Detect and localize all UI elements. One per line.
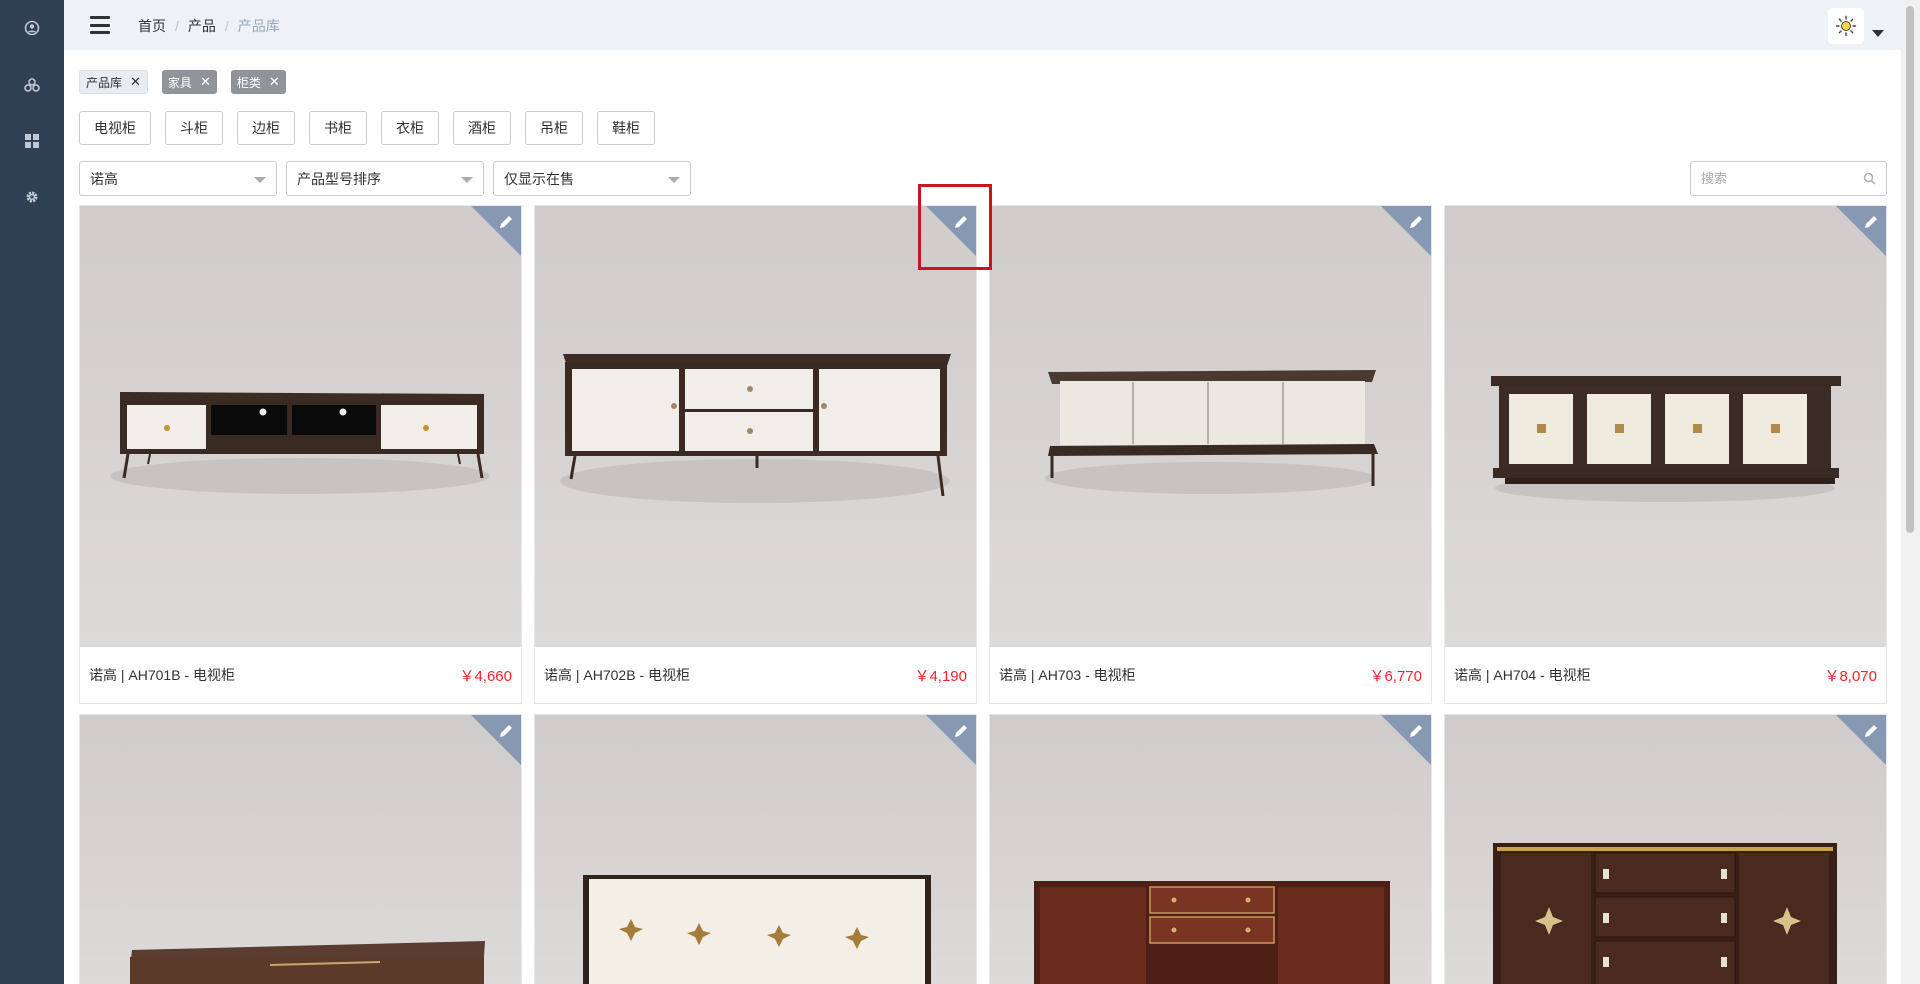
category-button-side-cabinet[interactable]: 边柜	[237, 111, 295, 145]
tag-furniture: 家具 ✕	[161, 70, 217, 94]
user-circle-icon[interactable]	[19, 15, 45, 41]
scrollbar-thumb[interactable]	[1906, 6, 1914, 533]
tag-label: 产品库	[86, 75, 123, 90]
product-info: 诺高 | AH702B - 电视柜 ￥4,190	[535, 647, 976, 703]
product-name[interactable]: 诺高 | AH703 - 电视柜	[999, 665, 1136, 685]
sun-icon	[1835, 15, 1857, 37]
gear-icon[interactable]	[19, 184, 45, 210]
product-info: 诺高 | AH701B - 电视柜 ￥4,660	[80, 647, 521, 703]
sort-select-value: 产品型号排序	[297, 170, 381, 187]
breadcrumb: 首页 / 产品 / 产品库	[138, 16, 280, 36]
vertical-scrollbar[interactable]	[1901, 0, 1920, 984]
breadcrumb-home[interactable]: 首页	[138, 16, 166, 36]
product-image[interactable]	[535, 715, 976, 984]
product-image[interactable]	[80, 206, 521, 647]
product-card[interactable]: 诺高 | AH702B - 电视柜 ￥4,190	[534, 205, 977, 704]
category-button-shoe-cabinet[interactable]: 鞋柜	[597, 111, 655, 145]
category-button-wardrobe[interactable]: 衣柜	[381, 111, 439, 145]
grid-icon[interactable]	[19, 128, 45, 154]
tag-product-library: 产品库 ✕	[79, 70, 148, 94]
category-button-tv-cabinet[interactable]: 电视柜	[79, 111, 151, 145]
product-image[interactable]	[1445, 206, 1886, 647]
tag-close-icon[interactable]: ✕	[200, 74, 211, 90]
product-image[interactable]	[1445, 715, 1886, 984]
product-card[interactable]: 诺高 | AH701B - 电视柜 ￥4,660	[79, 205, 522, 704]
product-image[interactable]	[80, 715, 521, 984]
product-name[interactable]: 诺高 | AH701B - 电视柜	[89, 665, 235, 685]
pencil-icon[interactable]	[1407, 722, 1425, 740]
pencil-icon[interactable]	[952, 722, 970, 740]
product-card[interactable]: 诺高 | AH704 - 电视柜 ￥8,070	[1444, 205, 1887, 704]
product-price: ￥4,190	[914, 667, 967, 685]
category-buttons: 电视柜 斗柜 边柜 书柜 衣柜 酒柜 吊柜 鞋柜	[79, 111, 655, 145]
active-filter-tags: 产品库 ✕ 家具 ✕ 柜类 ✕	[79, 70, 286, 94]
search-input[interactable]	[1691, 162, 1851, 195]
tag-label: 家具	[167, 75, 192, 90]
product-card[interactable]	[1444, 714, 1887, 984]
product-image[interactable]	[990, 206, 1431, 647]
category-button-chest[interactable]: 斗柜	[165, 111, 223, 145]
product-price: ￥4,660	[459, 667, 512, 685]
chevron-down-icon	[254, 177, 266, 183]
category-button-bookcase[interactable]: 书柜	[309, 111, 367, 145]
user-menu-caret-icon[interactable]	[1872, 30, 1884, 37]
breadcrumb-separator: /	[175, 18, 179, 34]
chevron-down-icon	[668, 177, 680, 183]
pencil-icon[interactable]	[952, 213, 970, 231]
breadcrumb-current: 产品库	[237, 18, 280, 34]
product-price: ￥8,070	[1824, 667, 1877, 685]
top-navbar: 首页 / 产品 / 产品库	[64, 0, 1901, 50]
search-box	[1690, 161, 1887, 196]
sort-select[interactable]: 产品型号排序	[286, 161, 484, 196]
status-select-value: 仅显示在售	[504, 170, 574, 187]
theme-toggle-button[interactable]	[1828, 8, 1864, 44]
breadcrumb-separator: /	[224, 18, 229, 34]
pencil-icon[interactable]	[1862, 213, 1880, 231]
cubes-icon[interactable]	[19, 72, 45, 98]
breadcrumb-product[interactable]: 产品	[188, 16, 216, 36]
product-name[interactable]: 诺高 | AH704 - 电视柜	[1454, 665, 1591, 685]
tag-label: 柜类	[236, 75, 261, 90]
product-card[interactable]	[534, 714, 977, 984]
product-image[interactable]	[535, 206, 976, 647]
product-info: 诺高 | AH704 - 电视柜 ￥8,070	[1445, 647, 1886, 703]
tag-close-icon[interactable]: ✕	[130, 74, 141, 90]
category-button-wall-cabinet[interactable]: 吊柜	[525, 111, 583, 145]
product-card[interactable]	[989, 714, 1432, 984]
sidebar	[0, 0, 64, 984]
pencil-icon[interactable]	[497, 722, 515, 740]
pencil-icon[interactable]	[1407, 213, 1425, 231]
pencil-icon[interactable]	[1862, 722, 1880, 740]
search-icon[interactable]	[1863, 172, 1876, 185]
tag-close-icon[interactable]: ✕	[269, 74, 280, 90]
product-name[interactable]: 诺高 | AH702B - 电视柜	[544, 665, 690, 685]
tag-cabinets: 柜类 ✕	[230, 70, 286, 94]
product-card[interactable]	[79, 714, 522, 984]
brand-select[interactable]: 诺高	[79, 161, 277, 196]
chevron-down-icon	[461, 177, 473, 183]
product-image[interactable]	[990, 715, 1431, 984]
menu-toggle-icon[interactable]	[90, 16, 110, 34]
status-select[interactable]: 仅显示在售	[493, 161, 691, 196]
product-info: 诺高 | AH703 - 电视柜 ￥6,770	[990, 647, 1431, 703]
brand-select-value: 诺高	[90, 170, 118, 187]
category-button-wine-cabinet[interactable]: 酒柜	[453, 111, 511, 145]
product-price: ￥6,770	[1369, 667, 1422, 685]
product-card[interactable]: 诺高 | AH703 - 电视柜 ￥6,770	[989, 205, 1432, 704]
pencil-icon[interactable]	[497, 213, 515, 231]
